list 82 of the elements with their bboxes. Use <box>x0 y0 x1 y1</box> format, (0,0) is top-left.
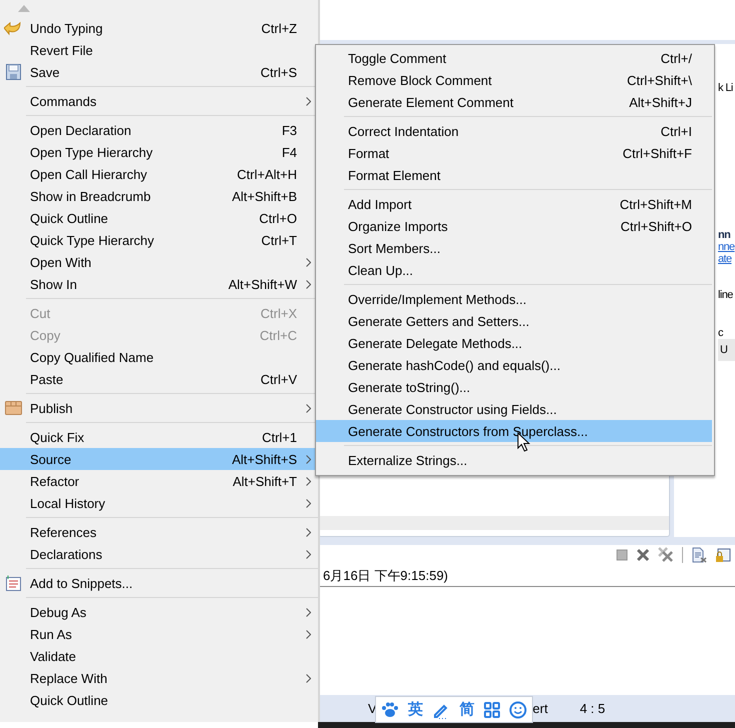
menu-item[interactable]: Add Import Ctrl+Shift+M <box>316 193 712 215</box>
menu-item[interactable]: Quick Type Hierarchy Ctrl+T <box>0 229 318 251</box>
menu-item[interactable]: Override/Implement Methods... <box>316 288 712 310</box>
menu-item[interactable]: Quick Outline <box>0 689 318 711</box>
menu-item[interactable]: Replace With <box>0 667 318 689</box>
menu-item[interactable]: Quick Outline Ctrl+O <box>0 207 318 229</box>
chevron-right-icon <box>306 476 310 486</box>
menu-item[interactable]: Declarations <box>0 543 318 565</box>
menu-item[interactable]: Paste Ctrl+V <box>0 368 318 390</box>
ime-mode-button[interactable]: 简 <box>460 700 475 719</box>
panel-text: line <box>718 289 733 301</box>
grid-icon[interactable] <box>484 702 500 718</box>
menu-item[interactable]: Generate Constructor using Fields... <box>316 398 712 420</box>
chevron-right-icon <box>306 550 310 558</box>
menu-item[interactable]: Add to Snippets... <box>0 572 318 594</box>
menu-item[interactable]: Generate Delegate Methods... <box>316 332 712 354</box>
menu-item[interactable]: References <box>0 521 318 543</box>
panel-row: U <box>718 339 735 361</box>
menu-item[interactable]: Open Declaration F3 <box>0 119 318 141</box>
menu-item[interactable]: Undo Typing Ctrl+Z <box>0 17 318 39</box>
panel-link[interactable]: nne <box>718 241 735 253</box>
chevron-right-icon <box>306 96 310 106</box>
menu-item[interactable]: Open With <box>0 251 318 273</box>
horizontal-scrollbar[interactable] <box>319 516 669 530</box>
console-title: 6月16日 下午9:15:59) <box>323 566 448 584</box>
panel-heading: nn <box>718 229 730 241</box>
cursor-position: 4 : 5 <box>580 701 606 716</box>
menu-item[interactable]: Generate Getters and Setters... <box>316 310 712 332</box>
menu-item[interactable]: Format Ctrl+Shift+F <box>316 142 712 164</box>
remove-all-icon[interactable] <box>658 547 674 563</box>
menu-item[interactable]: Show in Breadcrumb Alt+Shift+B <box>0 185 318 207</box>
stop-icon[interactable] <box>616 549 628 561</box>
menu-item[interactable]: Validate <box>0 645 318 667</box>
menu-item[interactable]: Sort Members... <box>316 237 712 259</box>
document-icon[interactable] <box>691 547 707 563</box>
menu-item[interactable]: Source Alt+Shift+S <box>0 448 318 470</box>
ime-mode-button[interactable]: 英 <box>408 700 423 719</box>
menu-item[interactable]: Generate Element Comment Alt+Shift+J <box>316 91 712 113</box>
chevron-right-icon <box>306 498 310 508</box>
smiley-icon[interactable] <box>509 700 528 718</box>
menu-item[interactable]: Format Element <box>316 164 712 186</box>
panel-text: k Li <box>718 82 733 94</box>
chevron-right-icon <box>306 528 310 536</box>
menu-item[interactable]: Run As <box>0 623 318 645</box>
close-icon[interactable] <box>636 548 650 562</box>
chevron-right-icon <box>306 258 310 266</box>
chevron-right-icon <box>306 608 310 616</box>
chevron-right-icon <box>306 630 310 638</box>
lock-icon[interactable] <box>715 547 731 563</box>
menu-item[interactable]: Save Ctrl+S <box>0 61 318 83</box>
package-icon <box>4 401 22 415</box>
menu-item[interactable]: Commands <box>0 90 318 112</box>
menu-item[interactable]: Open Call Hierarchy Ctrl+Alt+H <box>0 163 318 185</box>
menu-item[interactable]: Publish <box>0 397 318 419</box>
chevron-right-icon <box>306 280 310 288</box>
menu-item[interactable]: Toggle Comment Ctrl+/ <box>316 47 712 69</box>
menu-item[interactable]: Generate hashCode() and equals()... <box>316 354 712 376</box>
menu-item[interactable]: Debug As <box>0 601 318 623</box>
menu-item[interactable]: Refactor Alt+Shift+T <box>0 470 318 492</box>
status-text: ert <box>532 701 548 716</box>
menu-item[interactable]: Generate toString()... <box>316 376 712 398</box>
panel-text: c <box>718 327 723 339</box>
menu-item[interactable]: Externalize Strings... <box>316 449 712 471</box>
menu-item[interactable]: Local History <box>0 492 318 514</box>
chevron-right-icon <box>306 404 310 412</box>
menu-item[interactable]: Clean Up... <box>316 259 712 281</box>
chevron-right-icon <box>306 454 310 464</box>
menu-item[interactable]: Copy Qualified Name <box>0 346 318 368</box>
chevron-right-icon <box>306 674 310 682</box>
paw-icon[interactable] <box>380 701 399 718</box>
snippet-icon <box>6 575 20 591</box>
menu-item[interactable]: Show In Alt+Shift+W <box>0 273 318 295</box>
menu-item[interactable]: Quick Fix Ctrl+1 <box>0 426 318 448</box>
undo-icon <box>4 20 22 36</box>
menu-item[interactable]: Generate Constructors from Superclass... <box>316 420 712 442</box>
menu-item[interactable]: Correct Indentation Ctrl+I <box>316 120 712 142</box>
menu-item[interactable]: Revert File <box>0 39 318 61</box>
save-icon <box>6 64 20 80</box>
menu-item[interactable]: Organize Imports Ctrl+Shift+O <box>316 215 712 237</box>
menu-item[interactable]: Remove Block Comment Ctrl+Shift+\ <box>316 69 712 91</box>
panel-link[interactable]: ate <box>718 253 732 265</box>
menu-item[interactable]: Open Type Hierarchy F4 <box>0 141 318 163</box>
